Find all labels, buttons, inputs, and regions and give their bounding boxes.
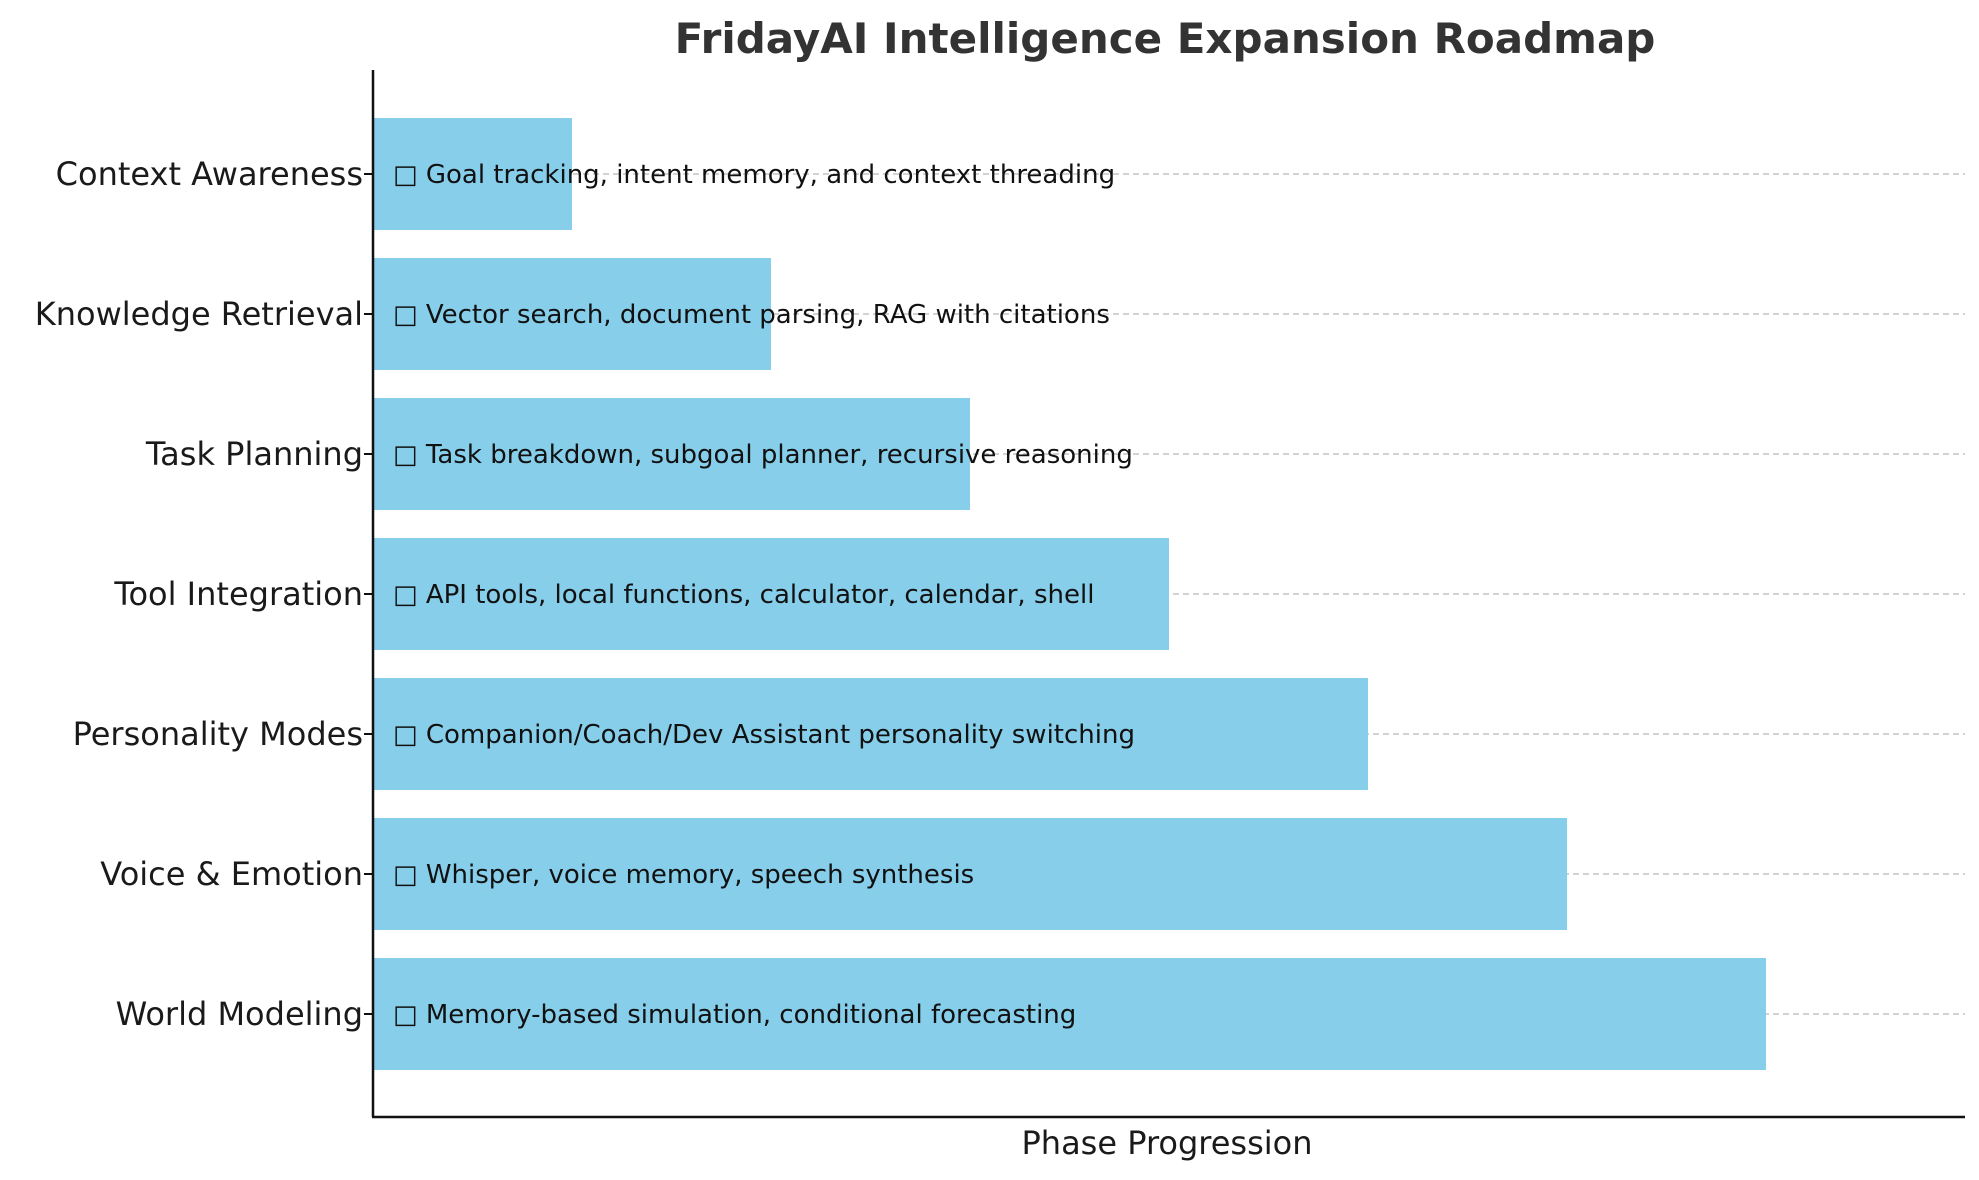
roadmap-chart: FridayAI Intelligence Expansion Roadmap … [0,0,1979,1180]
bar-label: □ Vector search, document parsing, RAG w… [393,300,1110,330]
y-tick-label: World Modeling [116,995,363,1033]
y-axis: Context Awareness Knowledge Retrieval Task… [35,155,373,1033]
y-tick-label: Personality Modes [73,715,363,753]
chart-svg: FridayAI Intelligence Expansion Roadmap … [35,14,1965,1162]
x-axis-label: Phase Progression [1021,1124,1312,1162]
bar-label: □ Companion/Coach/Dev Assistant personal… [393,720,1135,750]
chart-title: FridayAI Intelligence Expansion Roadmap [675,14,1656,63]
y-tick-label: Voice & Emotion [100,855,363,893]
bar-label: □ Task breakdown, subgoal planner, recur… [393,440,1133,470]
y-tick-label: Tool Integration [113,575,363,613]
bar-label: □ Whisper, voice memory, speech synthesi… [393,860,974,890]
bar-label: □ Memory-based simulation, conditional f… [393,1000,1076,1030]
y-tick-label: Task Planning [145,435,363,473]
y-tick-label: Knowledge Retrieval [35,295,363,333]
bar-label: □ Goal tracking, intent memory, and cont… [393,160,1115,190]
bar-label: □ API tools, local functions, calculator… [393,580,1094,610]
y-tick-label: Context Awareness [56,155,363,193]
